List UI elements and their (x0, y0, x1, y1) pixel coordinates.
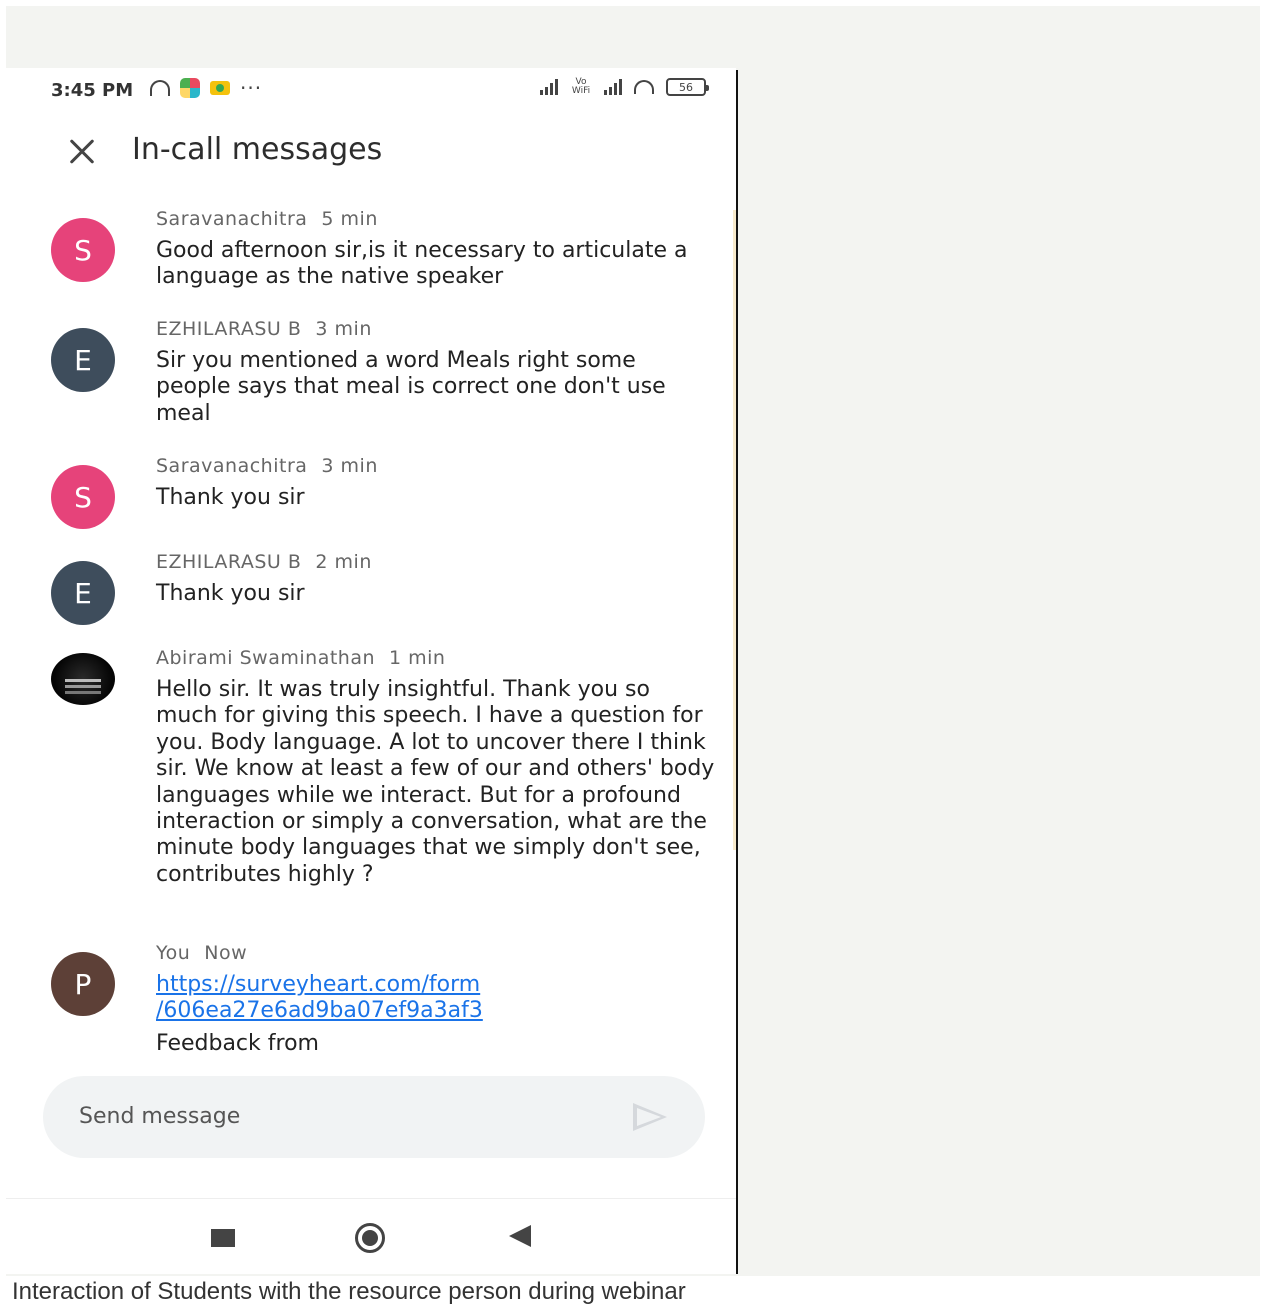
message-text: Feedback from (156, 1030, 319, 1056)
sender-name: Saravanachitra (156, 455, 308, 477)
message-content: https://surveyheart.com/form /606ea27e6a… (156, 972, 716, 1057)
message-time: 1 min (389, 647, 446, 669)
message-time: 3 min (315, 318, 372, 340)
status-bar: 3:45 PM ··· Vo WiFi 56 (6, 68, 736, 114)
headset-icon (150, 80, 170, 96)
close-icon[interactable] (64, 134, 100, 170)
survey-link-continued[interactable]: /606ea27e6ad9ba07ef9a3af3 (156, 998, 716, 1024)
vowifi-label: Vo WiFi (571, 77, 591, 96)
sender-name: EZHILARASU B (156, 318, 302, 340)
survey-link[interactable]: https://surveyheart.com/form (156, 972, 716, 998)
page-title: In-call messages (132, 132, 383, 167)
avatar: E (51, 561, 115, 625)
message-meta: Saravanachitra 5 min (156, 208, 378, 230)
sender-name: Saravanachitra (156, 208, 308, 230)
message-text: Sir you mentioned a word Meals right som… (156, 348, 666, 426)
message-meta: Abirami Swaminathan 1 min (156, 647, 445, 669)
home-button[interactable] (355, 1223, 385, 1253)
back-button[interactable] (509, 1225, 531, 1247)
app-notification-icon (180, 78, 200, 98)
sender-name: Abirami Swaminathan (156, 647, 376, 669)
signal-icon (540, 79, 558, 95)
messages-header: In-call messages (6, 128, 736, 178)
message-meta: Saravanachitra 3 min (156, 455, 378, 477)
message-time: 3 min (321, 455, 378, 477)
message-text: Hello sir. It was truly insightful. Than… (156, 677, 715, 887)
message-text: Thank you sir (156, 485, 305, 510)
message-meta: You Now (156, 942, 247, 964)
sender-name: EZHILARASU B (156, 551, 302, 573)
avatar: E (51, 328, 115, 392)
avatar: S (51, 465, 115, 529)
sender-name: You (156, 942, 191, 964)
message-text: Thank you sir (156, 581, 305, 606)
recents-button[interactable] (211, 1229, 235, 1247)
message-meta: EZHILARASU B 2 min (156, 551, 372, 573)
wifi-icon (634, 80, 654, 94)
message-composer[interactable]: Send message (43, 1076, 705, 1158)
more-notifications-icon: ··· (240, 76, 263, 100)
system-status-icons: Vo WiFi 56 (540, 77, 709, 96)
image-caption: Interaction of Students with the resourc… (12, 1278, 686, 1305)
send-message-input[interactable]: Send message (79, 1104, 240, 1129)
message-time: Now (204, 942, 248, 964)
message-text: Good afternoon sir,is it necessary to ar… (156, 238, 688, 290)
notification-icons: ··· (150, 76, 262, 100)
avatar: P (51, 952, 115, 1016)
message-time: 2 min (315, 551, 372, 573)
phone-screen: 3:45 PM ··· Vo WiFi 56 In-call messages … (6, 68, 736, 1274)
photos-notification-icon (210, 81, 230, 95)
send-icon[interactable] (633, 1103, 667, 1131)
battery-icon: 56 (666, 78, 709, 96)
phone-edge-divider (736, 70, 738, 1274)
message-time: 5 min (321, 208, 378, 230)
profile-photo-avatar (51, 653, 115, 705)
signal-icon-2 (604, 79, 622, 95)
message-meta: EZHILARASU B 3 min (156, 318, 372, 340)
avatar: S (51, 218, 115, 282)
system-nav-bar (6, 1198, 736, 1274)
status-time: 3:45 PM (51, 80, 134, 101)
